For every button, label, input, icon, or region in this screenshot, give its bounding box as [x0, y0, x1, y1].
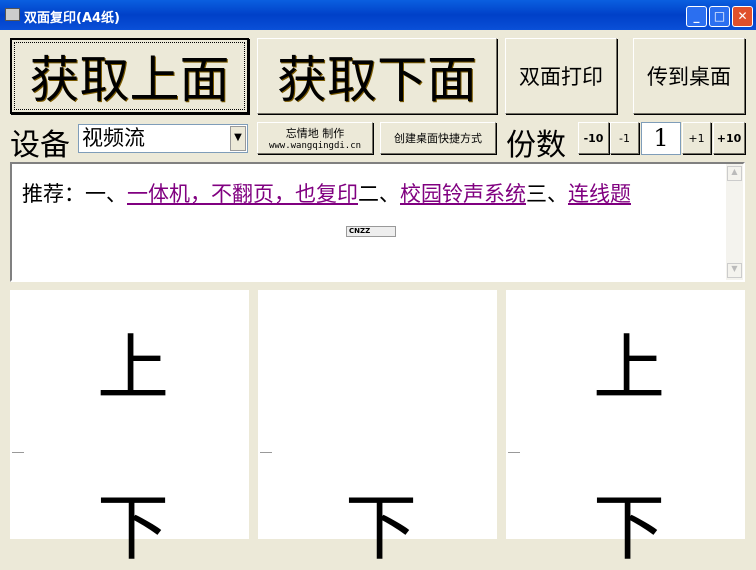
- chevron-down-icon[interactable]: ▼: [230, 126, 246, 151]
- top-page-char: 上: [593, 326, 666, 410]
- scroll-down-icon[interactable]: ▼: [727, 263, 742, 278]
- recommend-sep: 三、: [526, 182, 568, 206]
- plus1-button[interactable]: +1: [682, 122, 711, 154]
- divider: [260, 452, 272, 453]
- copies-label: 份数: [506, 128, 566, 163]
- divider: [12, 452, 24, 453]
- bottom-page-char: 下: [345, 486, 418, 570]
- scroll-up-icon[interactable]: ▲: [727, 166, 742, 181]
- title-bar: 双面复印(A4纸) _ □ ✕: [0, 0, 756, 30]
- bottom-page-char: 下: [97, 486, 170, 570]
- credit-url: www.wangqingdi.cn: [268, 141, 362, 151]
- plus10-button[interactable]: +10: [713, 122, 745, 154]
- create-shortcut-button[interactable]: 创建桌面快捷方式: [380, 122, 496, 154]
- cnzz-badge[interactable]: CNZZ: [346, 226, 396, 237]
- minimize-button[interactable]: _: [686, 6, 707, 27]
- link-bell-system[interactable]: 校园铃声系统: [400, 182, 526, 206]
- device-value: 视频流: [82, 126, 145, 150]
- preview-panel: 下: [258, 290, 497, 564]
- get-bottom-button[interactable]: 获取下面: [257, 38, 497, 114]
- link-matching[interactable]: 连线题: [568, 182, 631, 206]
- credit-name: 忘情地 制作: [285, 127, 345, 140]
- device-label: 设备: [10, 128, 70, 163]
- copies-input[interactable]: 1: [641, 122, 681, 155]
- printer-icon: [5, 8, 20, 21]
- scrollbar[interactable]: ▲ ▼: [726, 164, 743, 280]
- minus1-button[interactable]: -1: [610, 122, 639, 154]
- recommend-prefix: 推荐：一、: [22, 182, 127, 206]
- preview-panel: 上 下: [10, 290, 249, 564]
- duplex-print-button[interactable]: 双面打印: [505, 38, 617, 114]
- window-title: 双面复印(A4纸): [24, 11, 120, 26]
- device-select[interactable]: 视频流 ▼: [78, 124, 248, 153]
- credit-button[interactable]: 忘情地 制作 www.wangqingdi.cn: [257, 122, 373, 154]
- bottom-page-char: 下: [593, 486, 666, 570]
- preview-panel: 上 下: [506, 290, 745, 564]
- maximize-button[interactable]: □: [709, 6, 730, 27]
- link-copier[interactable]: 一体机，不翻页，也复印: [127, 182, 358, 206]
- top-page-char: 上: [97, 326, 170, 410]
- divider: [508, 452, 520, 453]
- close-button[interactable]: ✕: [732, 6, 753, 27]
- send-to-desktop-button[interactable]: 传到桌面: [633, 38, 745, 114]
- minus10-button[interactable]: -10: [578, 122, 609, 154]
- recommend-box: 推荐：一、一体机，不翻页，也复印二、校园铃声系统三、连线题 CNZZ ▲ ▼: [10, 162, 745, 282]
- get-top-button[interactable]: 获取上面: [10, 38, 249, 114]
- recommend-sep: 二、: [358, 182, 400, 206]
